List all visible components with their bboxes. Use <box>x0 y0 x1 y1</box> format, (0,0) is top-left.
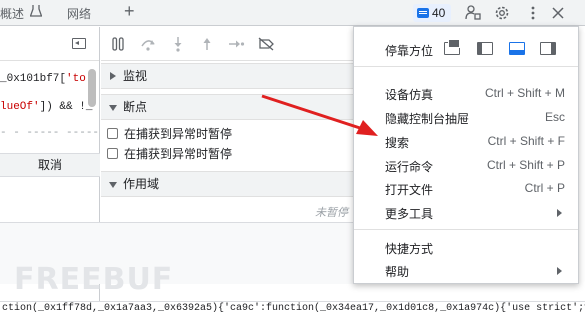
not-paused-text: 未暂停 <box>315 207 348 219</box>
pause-on-caught-checkbox[interactable] <box>107 148 118 159</box>
menu-item-shortcuts[interactable]: 快捷方式 <box>354 236 578 259</box>
scrollbar-thumb[interactable] <box>88 69 96 107</box>
code-string: 'to <box>66 73 86 85</box>
menu-item-run-command[interactable]: 运行命令 Ctrl + Shift + P <box>354 154 578 177</box>
menu-item-search[interactable]: 搜索 Ctrl + Shift + F <box>354 130 578 153</box>
pause-icon[interactable] <box>109 35 127 53</box>
people-icon[interactable] <box>464 4 482 22</box>
menu-item-label: 搜索 <box>385 136 410 150</box>
step-icon[interactable] <box>227 35 245 53</box>
pause-on-caught-checkbox[interactable] <box>107 128 118 139</box>
breakpoints-section-header[interactable]: 断点 <box>101 94 353 120</box>
menu-item-label: 设备仿真 <box>385 88 434 102</box>
gear-icon[interactable] <box>493 4 511 22</box>
kebab-icon[interactable] <box>524 4 542 22</box>
menu-item-label: 快捷方式 <box>385 242 434 256</box>
debugger-toolbar <box>101 27 353 61</box>
tab-network[interactable]: 网络 <box>67 5 91 22</box>
menu-item-label: 打开文件 <box>385 183 434 197</box>
menu-item-device-emulation[interactable]: 设备仿真 Ctrl + Shift + M <box>354 82 578 105</box>
cancel-button[interactable]: 取消 <box>0 153 100 177</box>
tab-overview[interactable]: 概述 <box>0 5 24 22</box>
customize-menu: 停靠方位 设备仿真 Ctrl + Shift + M 隐藏控制台抽屉 Esc 搜… <box>353 26 579 284</box>
collapse-sidebar-icon[interactable] <box>72 38 86 49</box>
watch-section-header[interactable]: 监视 <box>101 63 353 89</box>
menu-item-shortcut: Ctrl + P <box>524 181 565 195</box>
scope-label: 作用域 <box>123 177 160 191</box>
code-string: lueOf' <box>0 101 40 113</box>
submenu-arrow-icon <box>557 209 562 217</box>
dock-right-icon[interactable] <box>540 42 556 55</box>
menu-item-help[interactable]: 帮助 <box>354 259 578 282</box>
menu-item-shortcut: Esc <box>544 110 565 124</box>
menu-item-shortcut: Ctrl + Shift + M <box>484 86 565 100</box>
menu-item-open-file[interactable]: 打开文件 Ctrl + P <box>354 177 578 200</box>
menu-item-shortcut: Ctrl + Shift + F <box>487 134 565 148</box>
deactivate-breakpoints-icon[interactable] <box>257 35 275 53</box>
step-over-icon[interactable] <box>139 35 157 53</box>
watermark-logo: FREEBUF <box>14 262 174 297</box>
issues-icon <box>417 8 429 18</box>
menu-item-label: 运行命令 <box>385 160 434 174</box>
issues-badge[interactable]: 40 <box>413 4 451 22</box>
menu-item-label: 更多工具 <box>385 207 434 221</box>
pause-on-caught-label: 在捕获到异常时暂停 <box>124 127 233 141</box>
pause-on-caught-label: 在捕获到异常时暂停 <box>124 147 233 161</box>
plus-icon[interactable]: + <box>124 1 135 22</box>
dock-undock-icon[interactable] <box>444 39 460 55</box>
dock-side-row: 停靠方位 <box>354 27 578 67</box>
menu-divider <box>354 229 578 230</box>
menu-item-label: 隐藏控制台抽屉 <box>385 112 470 126</box>
pause-on-caught-row[interactable]: 在捕获到异常时暂停 <box>107 125 232 142</box>
devtools-tab-bar: 概述 网络 + 40 <box>0 0 585 26</box>
scope-section-header[interactable]: 作用域 <box>101 171 353 197</box>
console-code-line: ction(_0x1ff78d,_0x1a7aa3,_0x6392a5){'ca… <box>0 301 585 316</box>
step-out-icon[interactable] <box>198 35 216 53</box>
source-toolbar <box>0 27 99 61</box>
breakpoints-label: 断点 <box>123 100 148 114</box>
menu-item-label: 帮助 <box>385 265 410 279</box>
code-line: lueOf']) && !_ <box>0 101 92 113</box>
code-text: ]) && !_ <box>39 101 93 113</box>
menu-item-shortcut: Ctrl + Shift + P <box>486 158 565 172</box>
code-line: _0x101bf7['to <box>0 73 86 85</box>
watch-label: 监视 <box>123 69 148 83</box>
menu-item-hide-console-drawer[interactable]: 隐藏控制台抽屉 Esc <box>354 106 578 129</box>
dock-left-icon[interactable] <box>477 42 493 55</box>
menu-item-more-tools[interactable]: 更多工具 <box>354 201 578 224</box>
submenu-arrow-icon <box>557 267 562 275</box>
performance-icon[interactable] <box>30 4 42 18</box>
dock-side-label: 停靠方位 <box>385 44 434 58</box>
code-text: _0x101bf7[ <box>0 73 67 85</box>
step-into-icon[interactable] <box>169 35 187 53</box>
close-icon[interactable] <box>549 4 567 22</box>
pause-on-caught-row[interactable]: 在捕获到异常时暂停 <box>107 145 232 162</box>
dock-bottom-icon[interactable] <box>509 42 525 55</box>
issues-count: 40 <box>432 6 446 20</box>
code-line: - - ----- ----- <box>0 127 100 139</box>
